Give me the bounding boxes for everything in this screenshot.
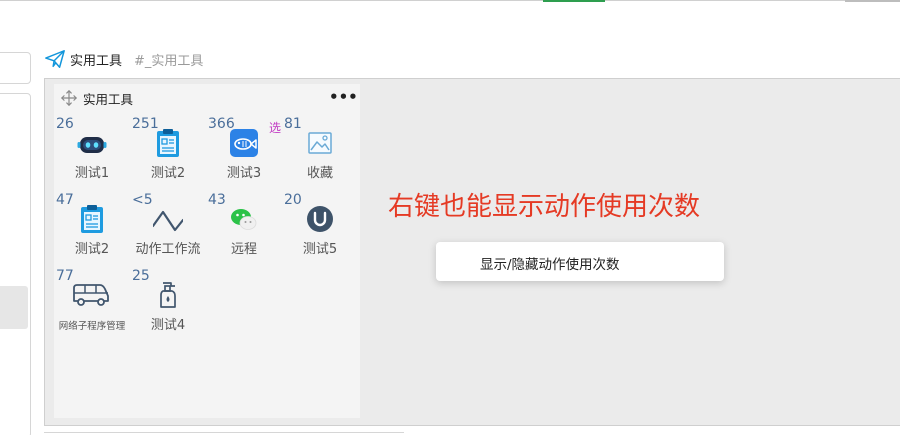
page-header: 实用工具 #_实用工具: [44, 48, 203, 70]
usage-count: 47: [56, 192, 74, 208]
page-tag: #_实用工具: [134, 53, 204, 69]
usage-count: 20: [284, 192, 302, 208]
tool-tile-network-subroutine[interactable]: 77 网络子程序管理: [54, 268, 130, 340]
wave-icon: [153, 210, 183, 232]
van-icon: [73, 284, 109, 306]
spray-bottle-icon: [160, 282, 176, 308]
clipboard-icon: [157, 129, 179, 157]
usage-count: 43: [208, 192, 226, 208]
tile-label: 测试4: [150, 318, 186, 333]
left-sidebar-panel: [0, 93, 31, 435]
tool-tile-test2[interactable]: 251 测试2: [130, 116, 206, 188]
tile-label: 测试2: [74, 242, 110, 257]
annotation-text: 右键也能显示动作使用次数: [388, 192, 701, 222]
fish-icon: [230, 129, 258, 157]
tile-label: 动作工作流: [135, 242, 201, 257]
left-search-box[interactable]: [0, 52, 31, 84]
usage-count: 25: [132, 268, 150, 284]
tool-tile-test1[interactable]: 26 测试1: [54, 116, 130, 188]
top-accent-grey: [845, 0, 900, 2]
top-divider: [0, 0, 900, 1]
tile-label: 网络子程序管理: [58, 321, 126, 332]
tool-tile-test2b[interactable]: 47 测试2: [54, 192, 130, 264]
app-window: 实用工具 #_实用工具 实用工具 ••• 26 测试1 251 测试2 366 …: [0, 0, 900, 435]
more-options-button[interactable]: •••: [329, 88, 358, 106]
context-menu: 显示/隐藏动作使用次数: [436, 242, 724, 281]
card-header[interactable]: 实用工具: [60, 89, 133, 107]
clipboard-icon: [81, 205, 103, 233]
left-sidebar-selected-item[interactable]: [0, 286, 28, 329]
paper-plane-icon: [45, 50, 65, 68]
tile-label: 测试5: [302, 242, 338, 257]
tile-label: 测试3: [226, 166, 262, 181]
tile-label: 测试2: [150, 166, 186, 181]
tool-tile-remote[interactable]: 43 远程: [206, 192, 282, 264]
tile-label: 远程: [230, 242, 257, 257]
toggle-usage-count-menu-item[interactable]: 显示/隐藏动作使用次数: [480, 253, 620, 273]
tile-label: 收藏: [306, 166, 333, 181]
u-circle-icon: [307, 206, 333, 232]
page-title: 实用工具: [70, 53, 123, 69]
robot-icon: [77, 137, 107, 153]
selected-badge: 选: [269, 121, 282, 135]
tile-label: 测试1: [74, 166, 110, 181]
move-icon[interactable]: [60, 89, 78, 107]
usage-count: 26: [56, 116, 74, 132]
tool-tile-test4[interactable]: 25 测试4: [130, 268, 206, 340]
picture-icon: [308, 132, 332, 154]
tool-tile-test5[interactable]: 20 测试5: [282, 192, 358, 264]
tool-tile-test3[interactable]: 366 选 测试3: [206, 116, 282, 188]
tool-tile-action-workflow[interactable]: <5 动作工作流: [130, 192, 206, 264]
tool-tile-favorites[interactable]: 81 收藏: [282, 116, 358, 188]
top-accent-green: [543, 0, 605, 2]
usage-count: <5: [132, 192, 153, 208]
usage-count: 81: [284, 116, 302, 132]
wechat-icon: [231, 209, 257, 230]
card-title: 实用工具: [83, 91, 134, 107]
tool-card: 实用工具 ••• 26 测试1 251 测试2 366 选 测试3 81 收藏 …: [54, 84, 360, 418]
